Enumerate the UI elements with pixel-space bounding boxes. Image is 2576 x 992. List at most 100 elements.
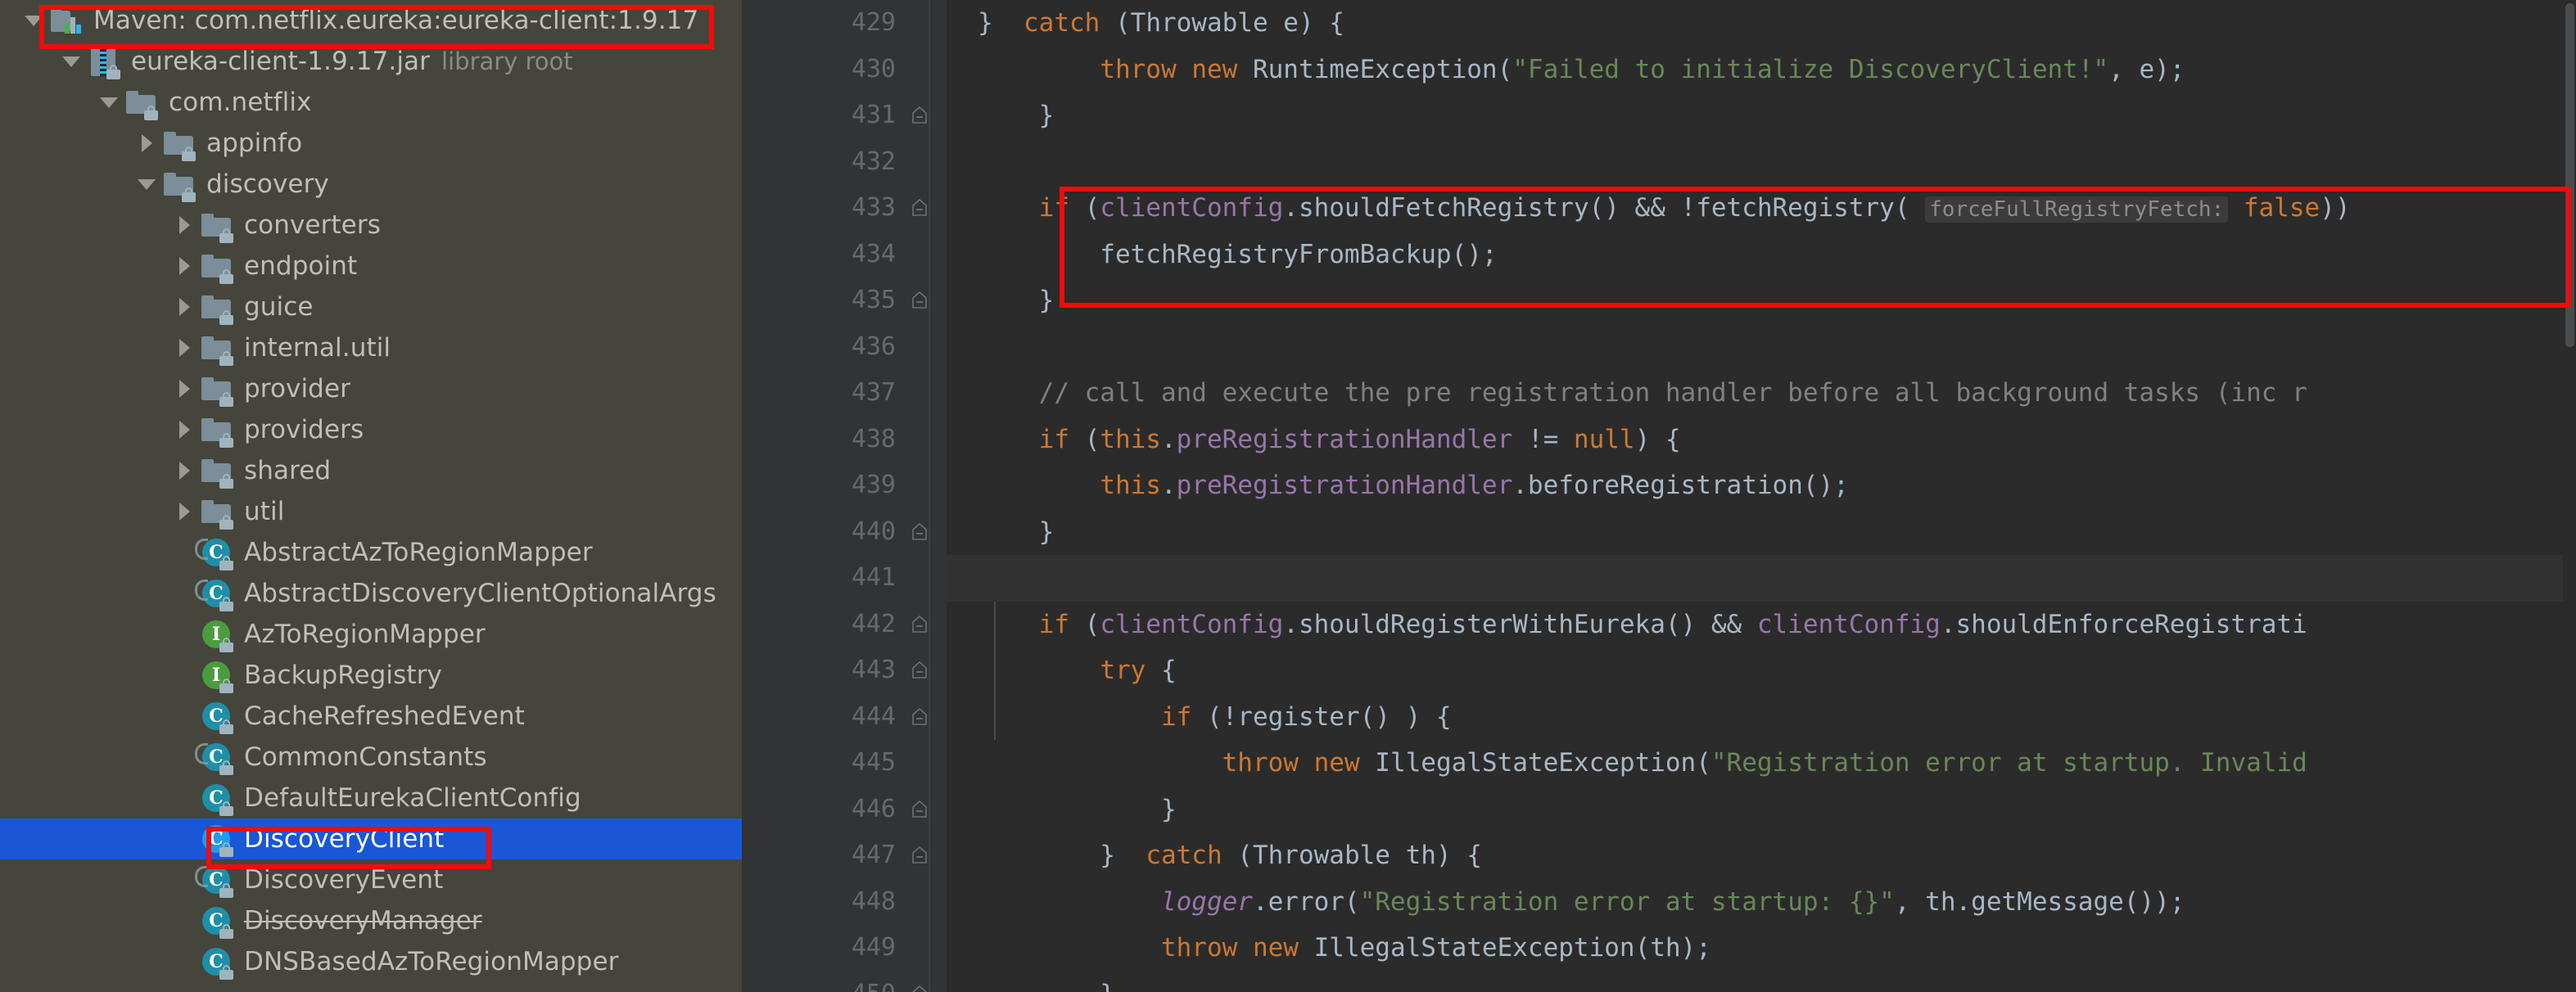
chevron-right-icon[interactable] [170, 246, 198, 286]
code-text-area[interactable]: } catch (Throwable e) { throw new Runtim… [947, 0, 2576, 992]
lock-badge-icon [219, 596, 233, 611]
code-line[interactable]: // call and execute the pre registration… [947, 370, 2576, 417]
tree-item-class[interactable]: C AbstractDiscoveryClientOptionalArgs [0, 573, 742, 614]
tree-item-node[interactable]: com.netflix [0, 82, 742, 123]
project-tool-window[interactable]: Maven: com.netflix.eureka:eureka-client:… [0, 0, 742, 992]
class-icon: C [195, 862, 234, 898]
chevron-right-icon[interactable] [170, 450, 198, 491]
line-number: 449 [851, 933, 896, 962]
ide-window: Maven: com.netflix.eureka:eureka-client:… [0, 0, 2576, 992]
lock-badge-icon [219, 719, 233, 734]
tree-item-class[interactable]: I AzToRegionMapper [0, 614, 742, 655]
code-editor[interactable]: 429 430 431 432 433 434 435 436 437 438 439 440 441 4… [742, 0, 2576, 992]
line-number: 430 [851, 54, 896, 83]
folder-icon [198, 330, 234, 366]
abstract-marker-icon [195, 743, 208, 764]
code-line[interactable]: fetchRegistryFromBackup(); [947, 232, 2576, 278]
tree-item-node[interactable]: internal.util [0, 327, 742, 368]
fold-marker-icon[interactable] [911, 198, 929, 217]
code-line[interactable]: } [947, 787, 2576, 833]
tree-item-class[interactable]: C CacheRefreshedEvent [0, 696, 742, 737]
chevron-down-icon[interactable] [57, 41, 85, 82]
code-line[interactable]: logger.error("Registration error at star… [947, 879, 2576, 926]
tree-item-label: provider [244, 374, 350, 404]
chevron-right-icon[interactable] [170, 327, 198, 368]
editor-vertical-scrollbar[interactable] [2563, 0, 2576, 992]
code-line[interactable]: throw new IllegalStateException(th); [947, 925, 2576, 972]
tree-item-label: converters [244, 210, 381, 240]
tree-item-node[interactable]: shared [0, 450, 742, 491]
code-token: } [978, 794, 1177, 824]
code-line[interactable]: if (clientConfig.shouldRegisterWithEurek… [947, 602, 2576, 648]
tree-item-node[interactable]: provider [0, 368, 742, 409]
indent-guide [994, 601, 996, 740]
code-token: if [1038, 609, 1069, 639]
tree-item-node[interactable]: providers [0, 409, 742, 450]
code-line[interactable]: if (this.preRegistrationHandler != null)… [947, 417, 2576, 463]
chevron-right-icon[interactable] [170, 409, 198, 450]
scrollbar-thumb[interactable] [2565, 3, 2574, 347]
line-number: 436 [851, 331, 896, 361]
code-line[interactable] [947, 555, 2576, 602]
chevron-right-icon[interactable] [170, 205, 198, 246]
chevron-down-icon[interactable] [20, 0, 47, 41]
chevron-right-icon[interactable] [133, 123, 160, 164]
class-icon: C [198, 698, 234, 734]
fold-marker-icon[interactable] [911, 106, 929, 124]
code-line[interactable]: throw new RuntimeException("Failed to in… [947, 47, 2576, 93]
chevron-down-icon[interactable] [95, 82, 123, 123]
fold-marker-icon[interactable] [911, 800, 929, 818]
code-line[interactable]: if (!register() ) { [947, 694, 2576, 741]
fold-marker-icon[interactable] [911, 291, 929, 309]
tree-item-class[interactable]: C DiscoveryClient [0, 818, 742, 859]
tree-item-label: DiscoveryClient [244, 824, 445, 854]
chevron-right-icon[interactable] [170, 286, 198, 327]
line-number: 434 [851, 239, 896, 268]
fold-marker-icon[interactable] [911, 661, 929, 679]
code-line[interactable]: try { [947, 647, 2576, 694]
fold-marker-icon[interactable] [911, 985, 929, 992]
tree-item-node[interactable]: Maven: com.netflix.eureka:eureka-client:… [0, 0, 742, 41]
tree-item-node[interactable]: endpoint [0, 246, 742, 286]
code-line[interactable] [947, 139, 2576, 186]
tree-item-node[interactable]: converters [0, 205, 742, 246]
line-number-gutter[interactable]: 429 430 431 432 433 434 435 436 437 438 439 440 441 4… [742, 0, 947, 992]
code-line[interactable]: } [947, 972, 2576, 992]
fold-marker-icon[interactable] [911, 707, 929, 726]
chevron-right-icon[interactable] [170, 491, 198, 532]
fold-marker-icon[interactable] [911, 845, 929, 864]
tree-item-class[interactable]: C AbstractAzToRegionMapper [0, 532, 742, 573]
tree-item-node[interactable]: util [0, 491, 742, 532]
tree-item-label: CommonConstants [244, 742, 487, 772]
tree-item-class[interactable]: C DiscoveryManager [0, 900, 742, 941]
code-line[interactable]: } catch (Throwable th) { [947, 832, 2576, 879]
tree-item-node[interactable]: guice [0, 286, 742, 327]
code-line[interactable]: } catch (Throwable e) { [947, 0, 2576, 47]
tree-item-class[interactable]: C DefaultEurekaClientConfig [0, 778, 742, 818]
code-line[interactable]: } [947, 277, 2576, 324]
chevron-right-icon[interactable] [170, 368, 198, 409]
tree-item-node[interactable]: discovery [0, 164, 742, 205]
tree-item-node[interactable]: appinfo [0, 123, 742, 164]
code-line[interactable] [947, 324, 2576, 371]
tree-item-class[interactable]: C DiscoveryEvent [0, 859, 742, 900]
tree-item-class[interactable]: C CommonConstants [0, 737, 742, 778]
tree-item-class[interactable]: I BackupRegistry [0, 655, 742, 696]
project-tree[interactable]: Maven: com.netflix.eureka:eureka-client:… [0, 0, 742, 982]
code-line[interactable]: } [947, 509, 2576, 556]
tree-item-class[interactable]: C DNSBasedAzToRegionMapper [0, 941, 742, 982]
code-token: (Throwable e) { [1100, 8, 1344, 38]
line-number: 445 [851, 748, 896, 777]
code-line[interactable]: throw new IllegalStateException("Registr… [947, 740, 2576, 787]
fold-marker-icon[interactable] [911, 522, 929, 541]
code-line[interactable]: if (clientConfig.shouldFetchRegistry() &… [947, 185, 2576, 232]
chevron-down-icon[interactable] [133, 164, 160, 205]
code-line[interactable]: this.preRegistrationHandler.beforeRegist… [947, 462, 2576, 509]
fold-marker-icon[interactable] [911, 615, 929, 634]
line-number: 432 [851, 147, 896, 176]
tree-item-node[interactable]: eureka-client-1.9.17.jar library root [0, 41, 742, 82]
code-line[interactable]: } [947, 92, 2576, 139]
